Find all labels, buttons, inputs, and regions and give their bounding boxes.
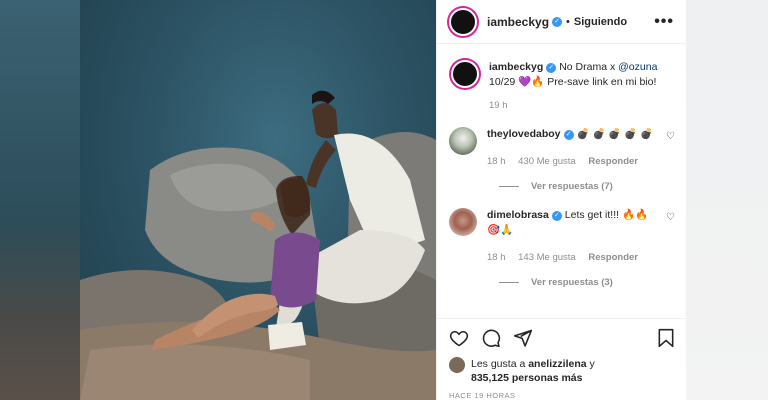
more-options-icon[interactable]: ••• [654,13,674,31]
comments-list[interactable]: iambeckyg ✓ No Drama x @ozuna 10/29 💜🔥 Pr… [437,48,687,316]
post-photo[interactable] [80,0,436,400]
view-replies-button[interactable]: Ver respuestas (3) [499,277,675,288]
commenter-avatar[interactable] [449,208,477,236]
replies-divider [499,186,519,187]
post-actions: Les gusta a anelizzilena y 835,125 perso… [437,318,687,400]
action-icons [449,327,675,349]
liked-by-text: Les gusta a anelizzilena y 835,125 perso… [471,357,595,385]
comment-likes[interactable]: 430 Me gusta [518,156,576,167]
caption-meta: 19 h [489,98,675,113]
verified-icon: ✓ [563,130,574,140]
caption-body: iambeckyg ✓ No Drama x @ozuna 10/29 💜🔥 Pr… [489,60,675,113]
post-timestamp[interactable]: HACE 19 HORAS [449,391,675,400]
author-avatar[interactable] [449,7,477,36]
blurred-background-left [0,0,80,400]
commenter-avatar[interactable] [449,127,477,155]
verified-icon: ✓ [551,211,562,221]
reply-button[interactable]: Responder [588,252,638,263]
share-icon[interactable] [513,328,533,348]
view-replies-label: Ver respuestas (7) [531,181,613,192]
verified-icon: ✓ [552,16,563,27]
verified-icon: ✓ [546,63,557,73]
comment-time[interactable]: 18 h [487,252,506,263]
post-header: iambeckyg ✓ • Siguiendo ••• [437,0,686,44]
following-button[interactable]: Siguiendo [574,16,627,28]
likes-count[interactable]: 835,125 personas más [471,372,583,384]
liked-by: Les gusta a anelizzilena y 835,125 perso… [449,357,675,385]
caption-username[interactable]: iambeckyg [489,61,543,73]
comment-username[interactable]: dimelobrasa [487,209,549,221]
separator-dot: • [566,15,570,28]
comment-meta: 18 h 430 Me gusta Responder [487,154,660,169]
photo-illustration [80,90,436,400]
comment-meta: 18 h 143 Me gusta Responder [487,250,660,265]
view-replies-button[interactable]: Ver respuestas (7) [499,181,675,192]
bookmark-icon[interactable] [657,328,675,348]
liker-username[interactable]: anelizzilena [528,358,586,370]
caption-mention[interactable]: @ozuna [618,61,657,73]
comment-item: theylovedaboy ✓ 💣 💣 💣 💣 💣 18 h 430 Me gus… [449,127,675,169]
liker-avatar[interactable] [449,357,465,373]
comment-username[interactable]: theylovedaboy [487,128,561,140]
blurred-background-right [686,0,768,400]
post-panel: iambeckyg ✓ • Siguiendo ••• iambeckyg ✓ N… [436,0,687,400]
reply-button[interactable]: Responder [588,156,638,167]
comment-likes[interactable]: 143 Me gusta [518,252,576,263]
caption: iambeckyg ✓ No Drama x @ozuna 10/29 💜🔥 Pr… [449,60,675,113]
comment-body: dimelobrasa ✓ Lets get it!!! 🔥🔥 🎯🙏 18 h 1… [487,208,660,265]
comment-text: 💣 💣 💣 💣 💣 [576,128,654,140]
comment-item: dimelobrasa ✓ Lets get it!!! 🔥🔥 🎯🙏 18 h 1… [449,208,675,265]
comment-like-icon[interactable]: ♡ [666,131,675,142]
comment-like-icon[interactable]: ♡ [666,212,675,223]
comment-body: theylovedaboy ✓ 💣 💣 💣 💣 💣 18 h 430 Me gus… [487,127,660,169]
comment-time[interactable]: 18 h [487,156,506,167]
caption-avatar[interactable] [451,60,479,88]
replies-divider [499,282,519,283]
caption-text-pre: No Drama x [559,61,619,73]
caption-text-post: 10/29 💜🔥 Pre-save link en mi bio! [489,76,657,88]
heart-icon[interactable] [449,328,469,348]
view-replies-label: Ver respuestas (3) [531,277,613,288]
liked-by-prefix: Les gusta a [471,358,529,370]
comment-icon[interactable] [481,328,501,348]
author-username[interactable]: iambeckyg [487,15,549,29]
caption-time[interactable]: 19 h [489,100,508,111]
liked-by-suffix: y [586,358,595,370]
